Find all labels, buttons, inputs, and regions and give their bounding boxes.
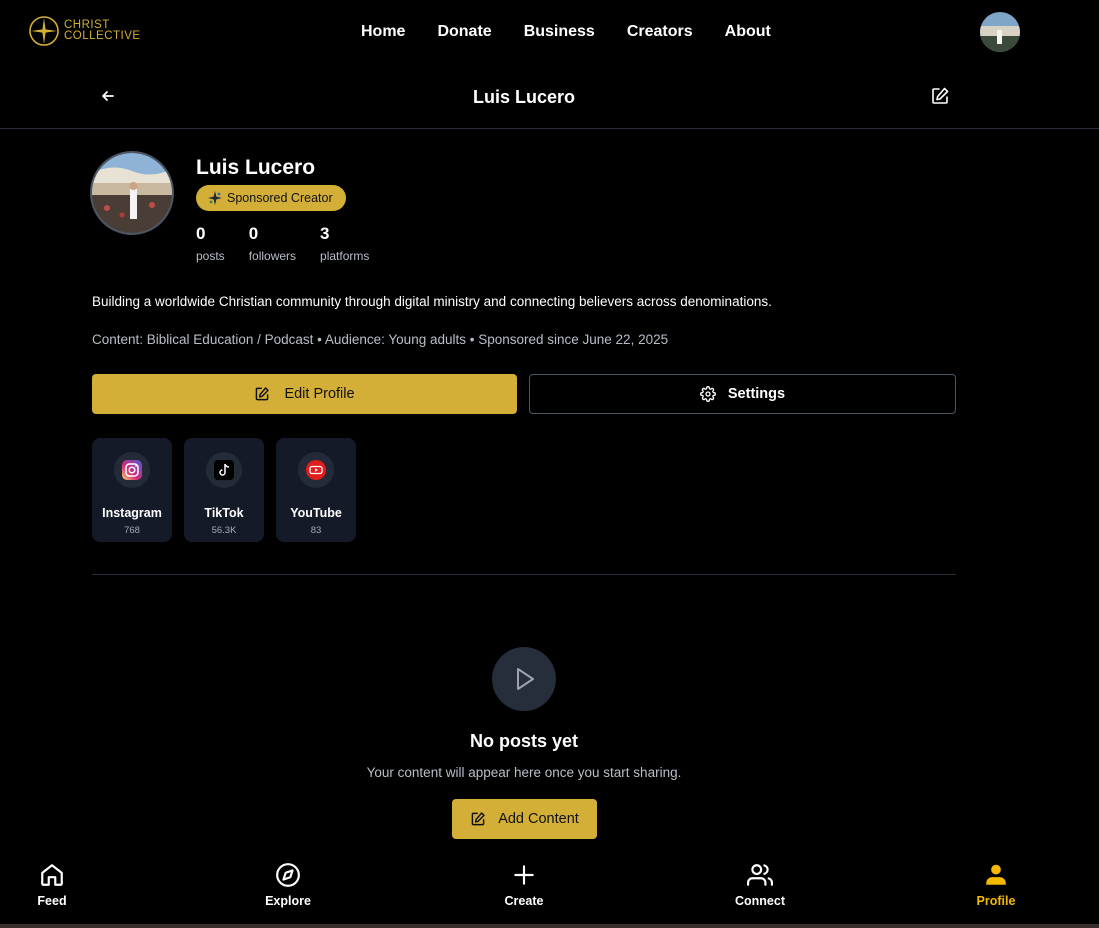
window-bottom-strip	[0, 924, 1099, 928]
stat-platforms: 3 platforms	[320, 224, 369, 263]
stat-label: posts	[196, 249, 225, 263]
stat-value: 0	[196, 224, 206, 243]
empty-state-title: No posts yet	[469, 731, 579, 751]
nav-business[interactable]: Business	[524, 23, 595, 41]
settings-button[interactable]: Settings	[529, 374, 956, 414]
bottom-nav: Feed Explore Create Connect Profile	[0, 850, 1099, 924]
avatar-photo	[980, 12, 1020, 52]
profile-name: Luis Lucero	[196, 156, 316, 179]
platform-list: Instagram 768 TikTok 56.3K YouTube 83	[92, 438, 356, 542]
edit-icon	[256, 387, 270, 401]
empty-state-subtitle: Your content will appear here once you s…	[366, 765, 682, 780]
bottom-nav-label: Connect	[735, 894, 785, 908]
platform-count: 56.3K	[211, 525, 237, 536]
profile-header-bar: Luis Lucero	[0, 64, 1099, 129]
bottom-nav-label: Profile	[976, 894, 1016, 908]
nav-donate[interactable]: Donate	[437, 23, 491, 41]
profile-page: CHRIST COLLECTIVE Home Donate Business C…	[0, 0, 1099, 928]
user-avatar-menu[interactable]	[980, 12, 1020, 52]
main-nav: Home Donate Business Creators About	[361, 23, 771, 41]
bottom-nav-feed[interactable]: Feed	[7, 862, 97, 908]
platform-name: Instagram	[102, 506, 162, 520]
play-icon	[517, 668, 534, 690]
logo[interactable]: CHRIST COLLECTIVE	[28, 15, 141, 47]
edit-icon	[471, 812, 485, 826]
edit-icon[interactable]	[930, 86, 950, 106]
platform-card-instagram[interactable]: Instagram 768	[92, 438, 172, 542]
logo-cross-icon	[29, 16, 59, 46]
stat-value: 3	[320, 224, 330, 243]
platform-icon-wrap	[206, 452, 242, 488]
platform-name: YouTube	[290, 506, 342, 520]
plus-icon	[514, 865, 534, 885]
badge-label: Sponsored Creator	[227, 191, 333, 205]
youtube-icon	[306, 460, 326, 480]
bottom-nav-label: Feed	[37, 894, 67, 908]
platform-card-youtube[interactable]: YouTube 83	[276, 438, 356, 542]
edit-profile-button[interactable]: Edit Profile	[92, 374, 517, 414]
edit-profile-label: Edit Profile	[284, 386, 355, 402]
platform-count: 768	[124, 525, 140, 536]
platform-icon-wrap	[298, 452, 334, 488]
profile-meta: Content: Biblical Education / Podcast • …	[92, 332, 669, 347]
page-title: Luis Lucero	[472, 87, 575, 107]
tiktok-icon	[214, 460, 234, 480]
instagram-icon	[122, 460, 142, 480]
nav-home[interactable]: Home	[361, 23, 405, 41]
users-icon	[747, 864, 773, 886]
bottom-nav-label: Create	[504, 894, 544, 908]
logo-text: CHRIST COLLECTIVE	[64, 19, 141, 42]
compass-icon	[276, 863, 300, 887]
nav-creators[interactable]: Creators	[627, 23, 693, 41]
empty-state-icon	[492, 647, 556, 711]
gear-icon	[699, 386, 716, 402]
add-content-button[interactable]: Add Content	[452, 799, 597, 839]
section-divider	[92, 574, 956, 575]
user-icon	[986, 864, 1006, 885]
stat-value: 0	[248, 224, 259, 243]
platform-icon-wrap	[114, 452, 150, 488]
logo-line-2: COLLECTIVE	[64, 30, 141, 42]
bottom-nav-label: Explore	[265, 894, 311, 908]
top-navbar: CHRIST COLLECTIVE Home Donate Business C…	[0, 0, 1099, 64]
bottom-nav-explore[interactable]: Explore	[243, 862, 333, 908]
platform-name: TikTok	[204, 506, 244, 520]
stat-followers: 0 followers	[249, 224, 296, 263]
profile-photo	[92, 153, 172, 233]
bottom-nav-profile[interactable]: Profile	[951, 862, 1041, 908]
home-icon	[41, 864, 63, 886]
profile-avatar[interactable]	[90, 151, 174, 235]
profile-stats: 0 posts 0 followers 3 platforms	[196, 224, 369, 263]
stat-posts: 0 posts	[196, 224, 225, 263]
sponsored-badge: Sponsored Creator	[196, 185, 346, 211]
nav-about[interactable]: About	[725, 23, 771, 41]
platform-count: 83	[310, 525, 322, 536]
platform-card-tiktok[interactable]: TikTok 56.3K	[184, 438, 264, 542]
settings-label: Settings	[727, 386, 786, 402]
stat-label: platforms	[320, 249, 370, 263]
sparkle-icon	[208, 191, 222, 205]
add-content-label: Add Content	[498, 811, 579, 827]
bottom-nav-connect[interactable]: Connect	[715, 862, 805, 908]
bottom-nav-create[interactable]: Create	[479, 862, 569, 908]
profile-bio: Building a worldwide Christian community…	[92, 294, 772, 309]
stat-label: followers	[248, 249, 297, 263]
